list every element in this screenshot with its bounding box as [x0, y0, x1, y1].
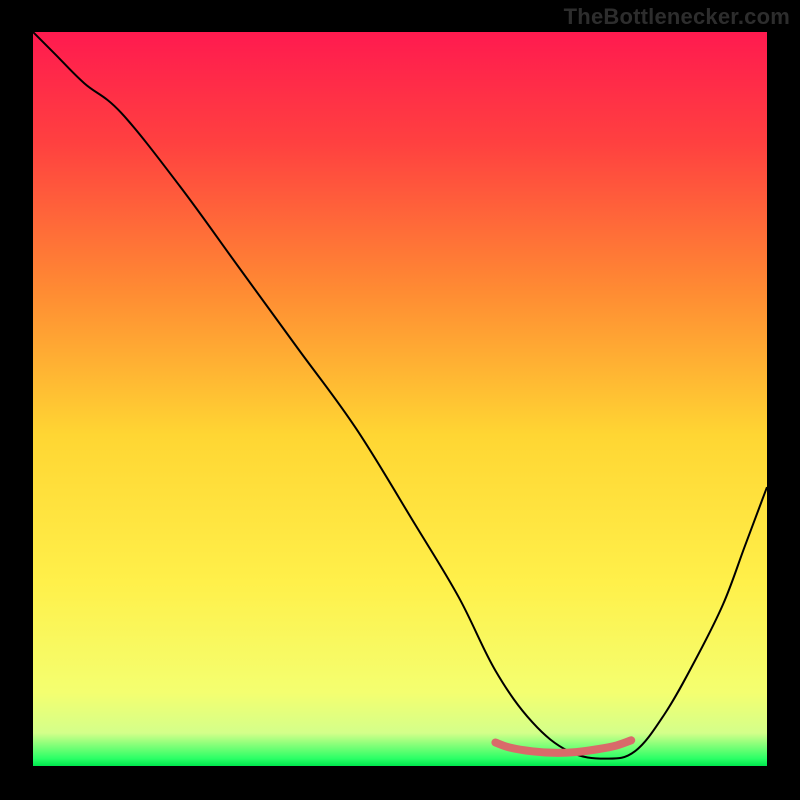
- plot-area: [33, 32, 767, 766]
- watermark-text: TheBottlenecker.com: [564, 4, 790, 30]
- gradient-rect: [33, 32, 767, 766]
- chart-stage: TheBottlenecker.com: [0, 0, 800, 800]
- chart-svg: [33, 32, 767, 766]
